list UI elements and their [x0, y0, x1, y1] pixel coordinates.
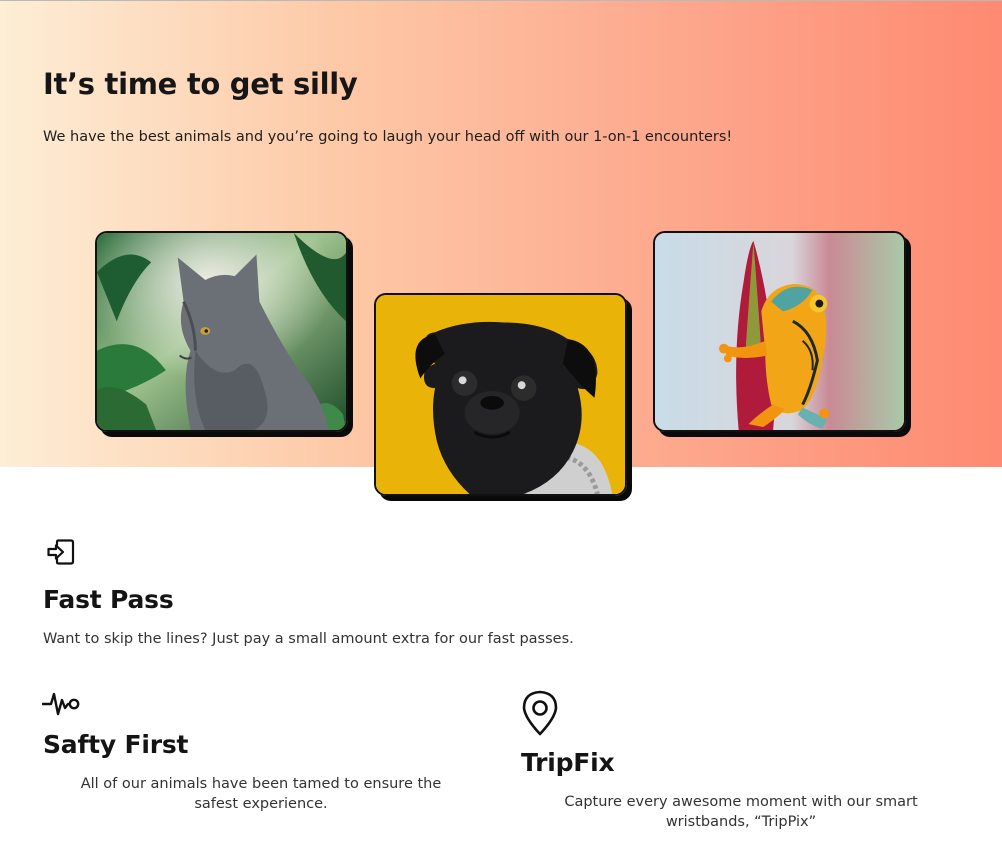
tripfix-description: Capture every awesome moment with our sm… — [564, 794, 918, 830]
hero-subtitle: We have the best animals and you’re goin… — [43, 129, 733, 145]
heartbeat-icon — [41, 690, 82, 722]
fast-pass-description: Want to skip the lines? Just pay a small… — [43, 631, 574, 647]
cat-photo — [95, 231, 348, 432]
pug-photo — [374, 293, 627, 496]
tripfix-title: TripFix — [521, 748, 615, 777]
login-arrow-icon — [47, 539, 75, 569]
safety-first-description: All of our animals have been tamed to en… — [80, 776, 442, 812]
hero-title: It’s time to get silly — [43, 67, 358, 101]
map-pin-icon — [521, 690, 559, 740]
frog-photo — [653, 231, 906, 432]
safety-first-title: Safty First — [43, 730, 189, 759]
fast-pass-title: Fast Pass — [43, 585, 174, 614]
